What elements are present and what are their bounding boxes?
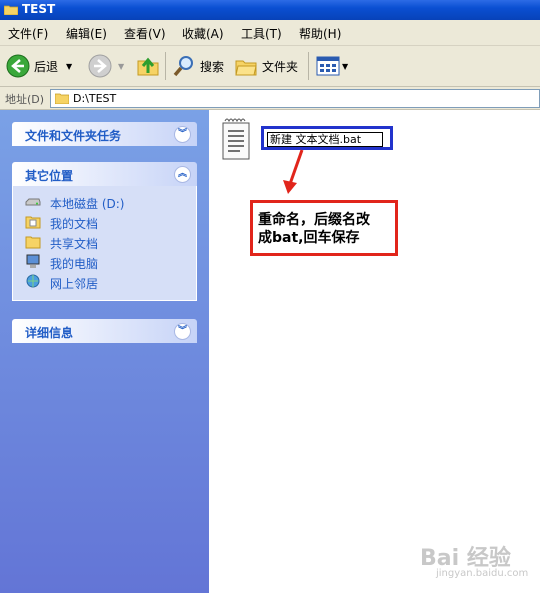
search-button[interactable]: 搜索 [172,52,224,80]
details-panel: 详细信息 ︾ [12,319,197,343]
toolbar-separator [165,52,166,80]
folders-label: 文件夹 [262,59,299,74]
places-panel-title: 其它位置 [25,169,74,183]
folders-button[interactable]: 文件夹 [234,52,298,80]
menu-tools[interactable]: 工具(T) [241,25,282,42]
menu-edit[interactable]: 编辑(E) [66,25,107,42]
place-label: 我的电脑 [50,257,99,271]
shared-folder-icon [25,236,41,249]
up-button[interactable] [136,52,160,80]
folders-icon [235,60,257,76]
toolbar-separator [308,52,309,80]
expand-chevron-icon[interactable]: ︾ [174,323,191,340]
tasks-panel-header[interactable]: 文件和文件夹任务 ︾ [12,122,197,146]
expand-chevron-icon[interactable]: ︾ [174,126,191,143]
place-label: 本地磁盘 (D:) [50,197,125,211]
network-icon [26,274,40,288]
forward-dropdown-icon[interactable]: ▼ [118,62,124,71]
place-shared-documents[interactable]: 共享文档 [13,232,196,252]
callout-line: 重命名，后缀名改 [258,212,370,228]
toolbar: 后退 ▼ ▼ 搜索 文件夹 ▼ [0,46,540,87]
tasks-panel: 文件和文件夹任务 ︾ [12,122,197,146]
text-file-icon[interactable] [221,117,253,161]
place-label: 共享文档 [50,237,99,251]
documents-folder-icon [25,216,41,229]
title-bar: TEST [0,0,540,20]
file-view[interactable] [209,110,540,593]
menu-help[interactable]: 帮助(H) [299,25,341,42]
menu-favorites[interactable]: 收藏(A) [182,25,224,42]
disk-icon [25,198,41,206]
details-panel-header[interactable]: 详细信息 ︾ [12,319,197,343]
address-value: D:\TEST [73,92,117,105]
computer-icon [26,254,40,268]
menu-file[interactable]: 文件(F) [8,25,48,42]
tasks-panel-title: 文件和文件夹任务 [25,129,122,143]
forward-button[interactable]: ▼ [88,52,124,80]
menu-bar: 文件(F) 编辑(E) 查看(V) 收藏(A) 工具(T) 帮助(H) [0,20,540,46]
rename-input[interactable]: 新建 文本文档.bat [267,132,383,147]
place-my-computer[interactable]: 我的电脑 [13,252,196,272]
folder-icon [4,5,18,15]
back-dropdown-icon[interactable]: ▼ [66,62,72,71]
callout-line: 成bat,回车保存 [258,230,360,246]
folder-icon [55,93,69,104]
folder-up-icon [137,57,159,76]
places-panel-header[interactable]: 其它位置 ︽ [12,162,197,186]
views-icon [316,56,340,76]
place-local-disk[interactable]: 本地磁盘 (D:) [13,192,196,212]
annotation-callout: 重命名，后缀名改 成bat,回车保存 [250,200,398,256]
window-title: TEST [22,2,56,16]
views-dropdown-icon[interactable]: ▼ [342,62,348,71]
address-field[interactable]: D:\TEST [50,89,540,108]
place-network[interactable]: 网上邻居 [13,272,196,292]
search-label: 搜索 [200,59,225,74]
annotation-arrow-icon [283,149,304,194]
views-button[interactable]: ▼ [316,52,348,80]
watermark-url: jingyan.baidu.com [436,568,529,579]
address-bar: 地址(D) D:\TEST [0,87,540,110]
place-label: 网上邻居 [50,277,99,291]
forward-arrow-icon [88,54,112,78]
places-panel: 其它位置 ︽ 本地磁盘 (D:) 我的文档 共享文档 我的电脑 网上邻居 [12,162,197,301]
task-pane: 文件和文件夹任务 ︾ 其它位置 ︽ 本地磁盘 (D:) 我的文档 共享文档 我的… [0,110,209,593]
place-my-documents[interactable]: 我的文档 [13,212,196,232]
place-label: 我的文档 [50,217,99,231]
back-arrow-icon [6,54,30,78]
collapse-chevron-icon[interactable]: ︽ [174,166,191,183]
search-icon [173,56,193,77]
back-label: 后退 [34,59,59,74]
back-button[interactable]: 后退 ▼ [6,52,72,80]
address-label: 地址(D) [5,93,45,106]
details-panel-title: 详细信息 [25,326,74,340]
places-list: 本地磁盘 (D:) 我的文档 共享文档 我的电脑 网上邻居 [12,186,197,301]
rename-highlight: 新建 文本文档.bat [261,126,393,150]
menu-view[interactable]: 查看(V) [124,25,166,42]
